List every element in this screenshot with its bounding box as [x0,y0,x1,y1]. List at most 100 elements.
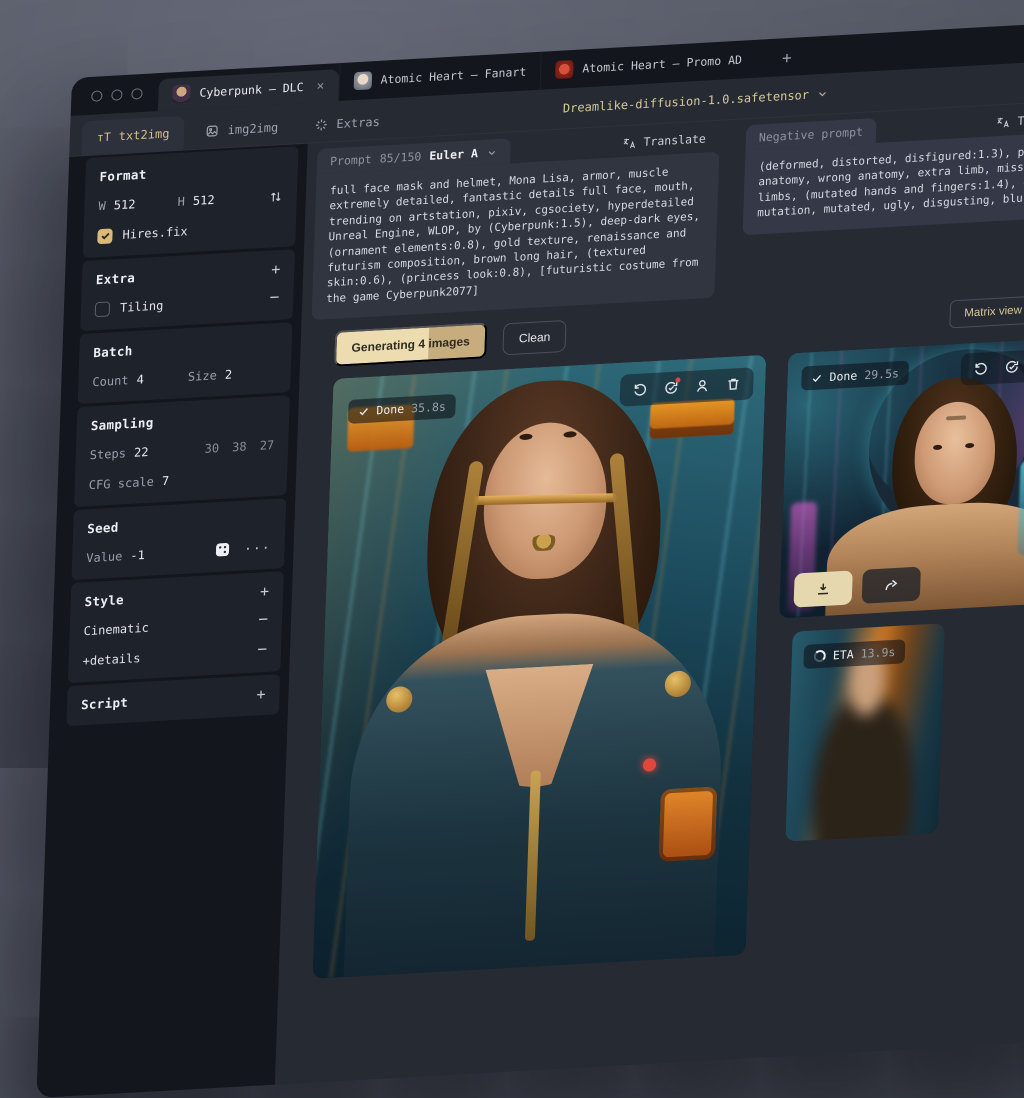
cfg-scale-field[interactable]: 7 [162,474,170,488]
img2img-icon [205,124,220,139]
image-save-actions [794,567,921,608]
steps-preset[interactable]: 30 [204,441,219,456]
batch-size-field[interactable]: 2 [225,367,233,381]
steps-field[interactable]: 22 [134,445,149,460]
undo-button[interactable] [632,381,649,398]
download-button[interactable] [794,571,853,608]
close-icon[interactable]: × [316,78,324,93]
style-section: Style + Cinematic − +details − [68,571,284,683]
undo-icon [632,381,649,398]
batch-section: Batch Count 4 Size 2 [78,322,293,404]
prompt-box: Prompt 85/150 Euler A Translate full fac… [312,127,721,321]
width-field[interactable]: 512 [114,197,136,212]
extras-sparkle-icon [314,118,329,133]
negative-prompt-label: Negative prompt [759,125,864,145]
window-control-dot[interactable] [131,88,142,100]
extra-remove-button[interactable]: − [269,290,279,305]
batch-size-label: Size [188,368,217,384]
notification-dot [675,378,680,383]
new-tab-button[interactable]: + [765,37,808,77]
cfg-scale-label: CFG scale [89,475,155,493]
status-time: 35.8s [411,400,446,416]
section-title: Format [99,159,284,185]
translate-label: Translate [1017,111,1024,128]
panel-tab-label: Extras [336,115,380,131]
window-control-dot[interactable] [111,89,122,101]
seed-more-button[interactable]: ··· [244,540,271,556]
panel-tab-label: txt2img [119,126,170,143]
prompt-counter: 85/150 [379,149,421,165]
seed-value-label: Value [86,549,123,565]
batch-count-field[interactable]: 4 [136,372,144,386]
swap-dimensions-button[interactable] [269,188,284,204]
tab-label: Atomic Heart – Promo AD [582,53,742,76]
tab-avatar [353,71,372,90]
seed-section: Seed Value -1 ··· [71,498,286,580]
script-section: Script + [66,674,280,726]
trash-button[interactable] [725,376,742,393]
generating-image-card[interactable]: ETA 13.9s [785,623,945,841]
check-icon [100,231,110,242]
hires-fix-checkbox[interactable] [97,228,113,244]
batch-count-label: Count [92,373,129,389]
tiling-checkbox[interactable] [95,301,111,317]
negative-translate-button[interactable]: Translate [996,111,1024,130]
translate-icon [996,115,1010,129]
refresh-button[interactable] [663,380,680,397]
prompt-translate-button[interactable]: Translate [622,131,706,150]
generated-image-card-2[interactable]: Done 29.5s [779,336,1024,618]
check-icon [358,405,369,417]
status-text: ETA [833,647,854,662]
style-remove-button[interactable]: − [257,642,267,657]
randomize-seed-button[interactable] [214,541,231,561]
download-icon [815,581,832,598]
section-title: Extra [96,262,281,288]
height-label: H [177,194,185,208]
extra-add-button[interactable]: + [271,262,281,277]
steps-preset[interactable]: 38 [232,440,247,455]
person-button[interactable] [694,378,711,395]
generated-image-card-1[interactable]: Done 35.8s [313,355,767,979]
generating-progress-button[interactable]: Generating 4 images [334,322,488,367]
translate-label: Translate [643,131,706,148]
clean-button[interactable]: Clean [502,320,567,356]
status-text: Done [376,402,404,418]
tab-avatar [555,60,574,79]
prompt-label: Prompt [330,152,372,168]
app-window: Cyberpunk – DLC × Atomic Heart – Fanart … [36,10,1024,1098]
style-item[interactable]: +details [82,651,140,668]
trash-icon [725,376,742,393]
spinner-icon [814,650,826,663]
section-title: Style [84,584,269,610]
style-item[interactable]: Cinematic [83,621,149,639]
share-button[interactable] [862,567,921,604]
generated-image [313,355,767,979]
panel-tab-label: img2img [227,120,278,137]
share-icon [883,577,900,594]
txt2img-icon: тT [97,130,111,145]
undo-button[interactable] [973,360,990,377]
chevron-down-icon[interactable] [486,147,497,159]
translate-icon [622,136,636,150]
style-remove-button[interactable]: − [258,612,268,627]
window-control-dot[interactable] [91,90,102,102]
status-text: Done [829,369,857,385]
tab-label: Atomic Heart – Fanart [380,65,526,87]
height-field[interactable]: 512 [193,193,215,208]
refresh-check-icon [1004,359,1021,376]
matrix-view-button[interactable]: Matrix view [950,296,1024,329]
status-time: 29.5s [864,366,899,382]
script-add-button[interactable]: + [256,687,266,702]
sampler-select[interactable]: Euler A [429,146,478,163]
style-add-button[interactable]: + [260,584,270,599]
steps-preset[interactable]: 27 [259,438,274,453]
tab-txt2img[interactable]: тT txt2img [81,116,185,156]
person-icon [694,378,711,395]
tab-label: Cyberpunk – DLC [199,80,304,100]
tab-extras[interactable]: Extras [299,104,396,143]
tab-img2img[interactable]: img2img [190,110,294,150]
prompt-textarea[interactable]: full face mask and helmet, Mona Lisa, ar… [312,152,720,321]
refresh-button[interactable] [1004,359,1021,376]
seed-value-field[interactable]: -1 [130,548,145,563]
section-title: Sampling [91,408,276,434]
